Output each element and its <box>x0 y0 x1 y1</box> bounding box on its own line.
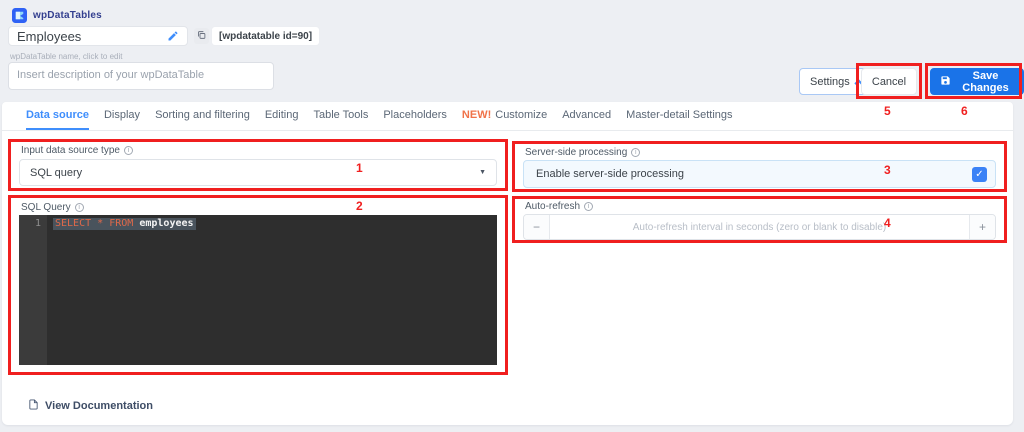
title-hint: wpDataTable name, click to edit <box>10 52 123 61</box>
auto-refresh-label: Auto-refresh <box>525 201 594 212</box>
save-changes-button[interactable]: Save Changes <box>930 68 1024 95</box>
tab-placeholders[interactable]: Placeholders <box>383 102 447 130</box>
shortcode-badge[interactable]: [wpdatatable id=90] <box>212 27 320 45</box>
input-source-label: Input data source type <box>21 145 133 156</box>
description-textarea[interactable] <box>8 62 274 90</box>
cancel-button[interactable]: Cancel <box>861 68 917 95</box>
info-icon[interactable] <box>74 203 84 212</box>
editor-code-area: SELECT * FROM employees <box>47 215 497 365</box>
server-side-label: Server-side processing <box>525 147 641 158</box>
edit-pencil-icon[interactable] <box>167 30 179 42</box>
tab-customize[interactable]: NEW! Customize <box>462 102 547 130</box>
sql-query-label: SQL Query <box>21 202 84 213</box>
settings-label: Settings <box>810 75 850 88</box>
tab-editing[interactable]: Editing <box>265 102 299 130</box>
auto-refresh-stepper: − + <box>523 214 996 240</box>
enable-server-side-label: Enable server-side processing <box>536 168 684 180</box>
brand-name: wpDataTables <box>33 10 102 21</box>
document-icon <box>28 398 39 414</box>
wpdatatables-logo-icon <box>12 8 27 23</box>
tab-advanced[interactable]: Advanced <box>562 102 611 130</box>
server-side-checkbox-checked[interactable] <box>972 166 987 182</box>
sql-code-editor[interactable]: 1 SELECT * FROM employees <box>19 215 497 365</box>
copy-icon <box>197 27 206 45</box>
tab-display[interactable]: Display <box>104 102 140 130</box>
table-title-field[interactable]: Employees <box>8 26 188 46</box>
decrement-button[interactable]: − <box>524 215 550 239</box>
tab-sorting-and-filtering[interactable]: Sorting and filtering <box>155 102 250 130</box>
brand: wpDataTables <box>12 8 102 23</box>
table-title: Employees <box>17 28 82 44</box>
increment-button[interactable]: + <box>969 215 995 239</box>
config-tabs: Data source Display Sorting and filterin… <box>2 102 1013 131</box>
wpdatatables-admin-page: wpDataTables Employees [wpdatatable id=9… <box>0 0 1024 432</box>
annotation-box-2: SQL Query 1 SELECT * FROM employees <box>8 195 508 375</box>
auto-refresh-interval-input[interactable] <box>550 215 969 239</box>
save-label: Save Changes <box>962 69 1009 94</box>
tab-table-tools[interactable]: Table Tools <box>313 102 368 130</box>
tab-master-detail-settings[interactable]: Master-detail Settings <box>626 102 732 130</box>
sql-statement: SELECT * FROM employees <box>53 218 196 230</box>
enable-server-side-row[interactable]: Enable server-side processing <box>523 160 996 188</box>
customize-label: Customize <box>495 109 548 121</box>
save-icon <box>940 75 951 89</box>
info-icon[interactable] <box>584 202 594 211</box>
editor-gutter: 1 <box>19 215 47 365</box>
line-number: 1 <box>34 218 41 229</box>
input-source-value: SQL query <box>30 166 83 179</box>
new-badge: NEW! <box>461 109 492 121</box>
copy-shortcode-button[interactable] <box>194 28 209 44</box>
caret-down-icon <box>479 169 486 176</box>
doc-link-label: View Documentation <box>45 400 153 412</box>
input-source-select[interactable]: SQL query <box>19 159 497 186</box>
info-icon[interactable] <box>631 148 641 157</box>
view-documentation-link[interactable]: View Documentation <box>28 398 153 414</box>
info-icon[interactable] <box>123 146 133 155</box>
tab-data-source[interactable]: Data source <box>26 102 89 130</box>
